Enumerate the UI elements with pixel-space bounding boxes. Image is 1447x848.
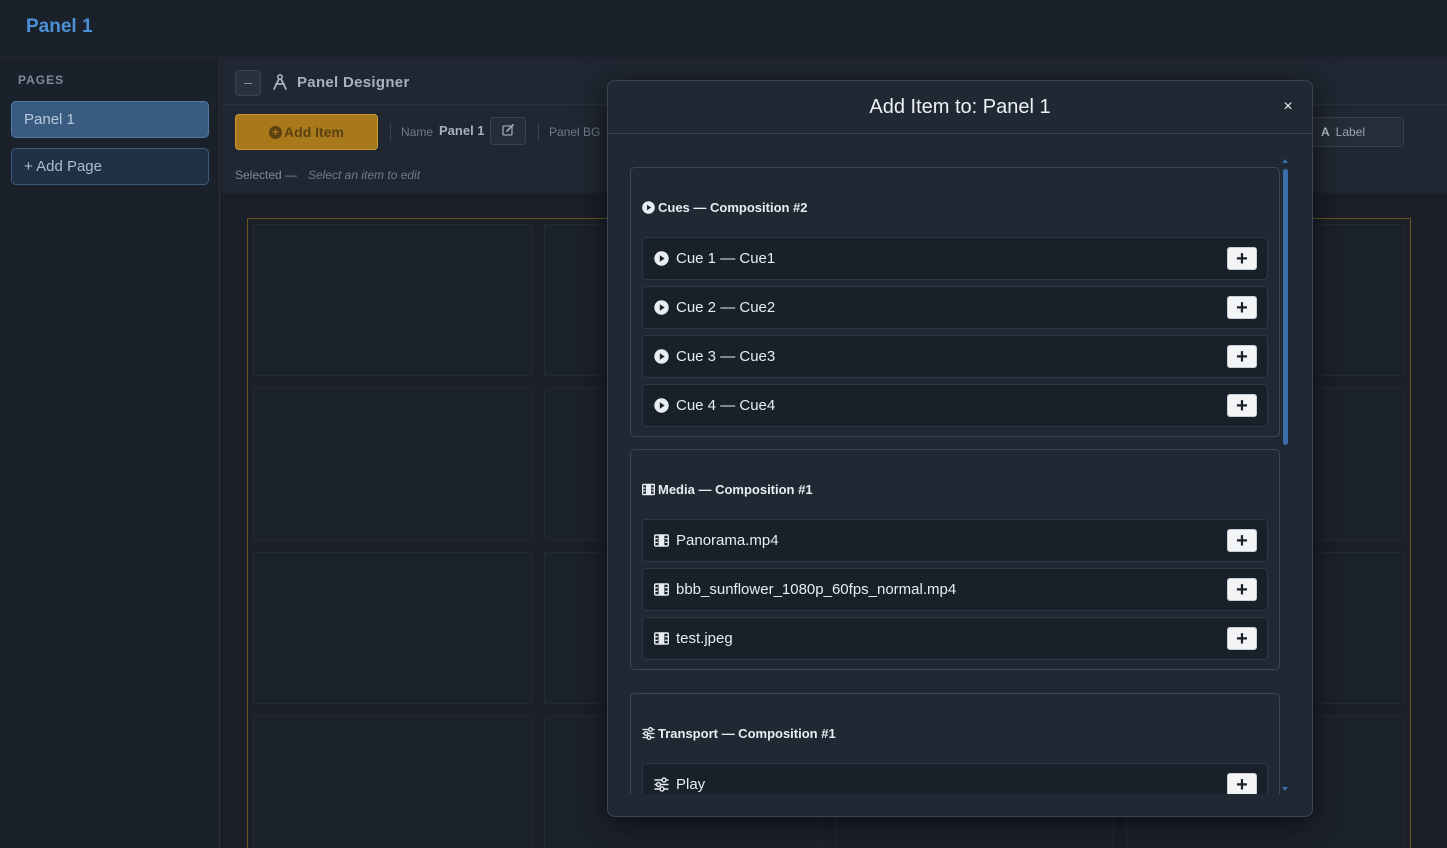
group-transport: Transport — Composition #1 Play + [630,693,1280,794]
group-title: Transport — Composition #1 [642,726,836,741]
add-item-label: Add Item [284,124,344,140]
selected-label: Selected — [235,168,298,182]
add-item-plus-button[interactable]: + [1227,627,1257,650]
panel-bg-label: Panel BG [549,125,601,139]
modal-body: Cues — Composition #2 Cue 1 — Cue1 + Cue… [630,167,1282,794]
item-label: Cue 2 — Cue2 [676,299,776,316]
film-icon [654,534,669,547]
compass-drafting-icon [273,73,287,90]
sidebar: PAGES Panel 1 + Add Page [0,59,220,848]
name-label: Name [401,125,434,139]
plus-circle-icon: + [269,125,283,139]
add-item-modal: Add Item to: Panel 1 × Cues — Compositio… [607,80,1313,817]
scroll-down-arrow[interactable] [1282,787,1288,791]
edit-name-button[interactable] [490,117,526,145]
item-label: Play [676,776,706,793]
sliders-icon [654,777,669,792]
group-title: Media — Composition #1 [642,482,813,497]
designer-title: Panel Designer [297,74,410,91]
pages-heading: PAGES [18,73,65,87]
add-item-plus-button[interactable]: + [1227,394,1257,417]
item-label: test.jpeg [676,630,733,647]
grid-cell[interactable] [253,716,532,848]
item-label: Cue 1 — Cue1 [676,250,776,267]
list-item: Panorama.mp4 + [642,519,1268,562]
list-item: Cue 4 — Cue4 + [642,384,1268,427]
grid-cell[interactable] [253,388,532,540]
scrollbar-thumb[interactable] [1283,169,1288,445]
grid-cell[interactable] [253,552,532,704]
group-title: Cues — Composition #2 [642,200,808,215]
scroll-up-arrow[interactable] [1282,159,1288,163]
sidebar-page-panel-1[interactable]: Panel 1 [11,101,209,138]
play-circle-icon [654,300,669,315]
list-item: bbb_sunflower_1080p_60fps_normal.mp4 + [642,568,1268,611]
toolbar-divider [390,123,391,141]
item-label: Cue 3 — Cue3 [676,348,776,365]
item-label: Panorama.mp4 [676,532,779,549]
item-label: bbb_sunflower_1080p_60fps_normal.mp4 [676,581,957,598]
add-item-plus-button[interactable]: + [1227,529,1257,552]
play-circle-icon [642,201,655,214]
list-item: Cue 2 — Cue2 + [642,286,1268,329]
edit-icon [502,124,514,136]
list-item: Play + [642,763,1268,794]
modal-title: Add Item to: Panel 1 [869,96,1051,118]
list-item: Cue 3 — Cue3 + [642,335,1268,378]
label-button-text: Label [1335,125,1366,139]
add-item-plus-button[interactable]: + [1227,578,1257,601]
add-item-plus-button[interactable]: + [1227,247,1257,270]
add-item-plus-button[interactable]: + [1227,345,1257,368]
toolbar-divider [538,123,539,141]
play-circle-icon [654,251,669,266]
top-bar: Panel 1 [0,0,1447,58]
play-circle-icon [654,349,669,364]
collapse-button[interactable]: – [235,70,261,96]
group-media: Media — Composition #1 Panorama.mp4 + bb… [630,449,1280,670]
film-icon [654,583,669,596]
sliders-icon [642,727,655,740]
item-label: Cue 4 — Cue4 [676,397,776,414]
list-item: Cue 1 — Cue1 + [642,237,1268,280]
add-item-plus-button[interactable]: + [1227,773,1257,794]
add-page-button[interactable]: + Add Page [11,148,209,185]
add-item-plus-button[interactable]: + [1227,296,1257,319]
play-circle-icon [654,398,669,413]
label-button[interactable]: A Label [1308,117,1404,147]
modal-header: Add Item to: Panel 1 × [608,81,1312,134]
list-item: test.jpeg + [642,617,1268,660]
film-icon [654,632,669,645]
grid-cell[interactable] [253,224,532,376]
font-icon: A [1321,125,1330,139]
group-cues: Cues — Composition #2 Cue 1 — Cue1 + Cue… [630,167,1280,437]
app-title: Panel 1 [26,16,93,37]
panel-name-value: Panel 1 [439,123,485,138]
film-icon [642,483,655,496]
selected-hint: Select an item to edit [308,168,421,182]
close-icon[interactable]: × [1278,97,1298,117]
add-item-button[interactable]: + Add Item [235,114,378,150]
